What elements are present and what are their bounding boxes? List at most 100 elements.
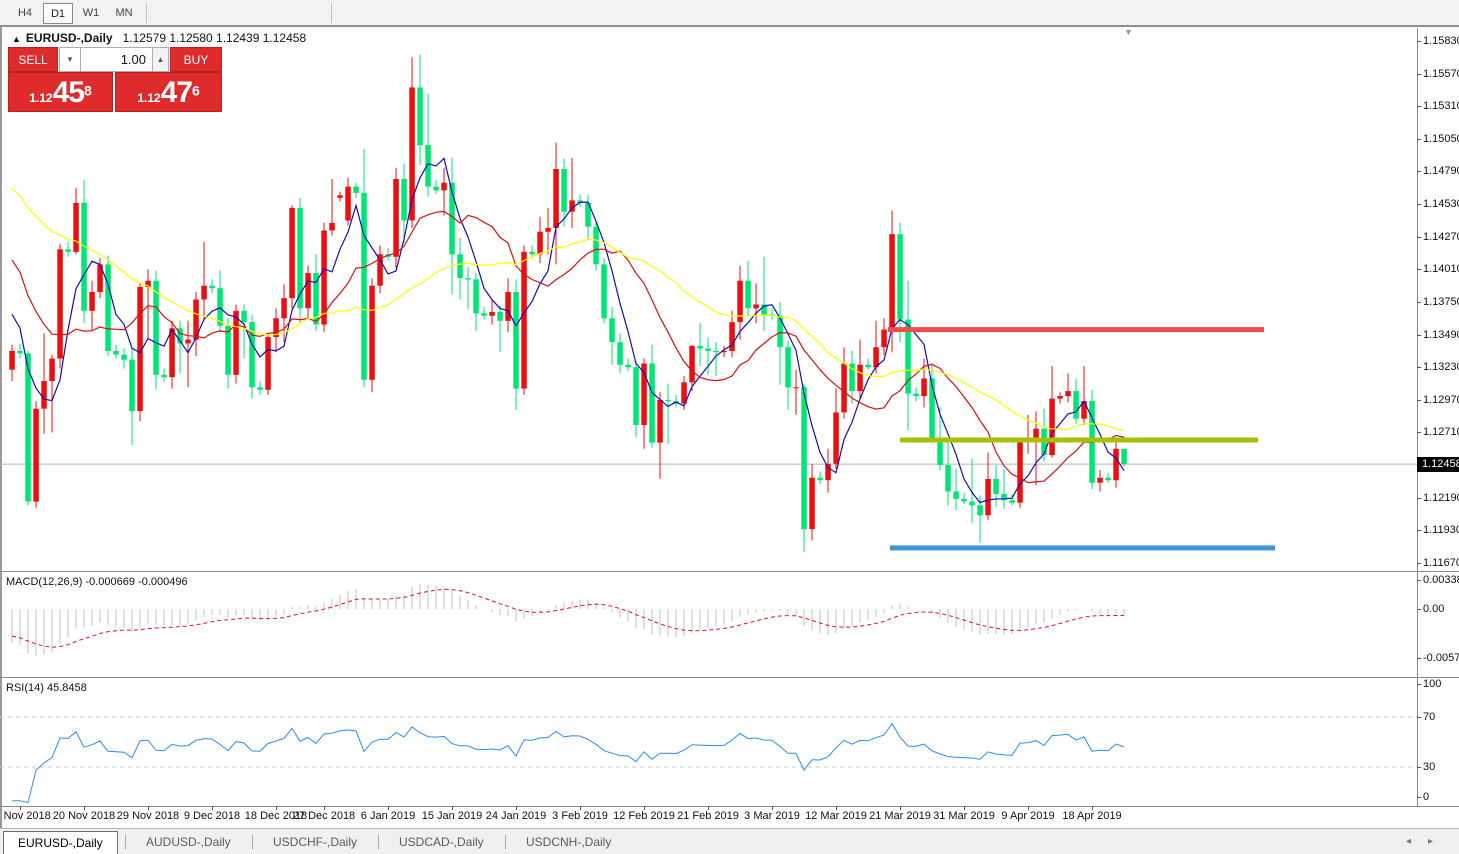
sell-button[interactable]: SELL [8, 47, 58, 72]
date-label: 18 Apr 2019 [1052, 810, 1132, 822]
macd-histogram-bar [852, 609, 853, 626]
rsi-line [12, 724, 1124, 803]
macd-histogram-bar [700, 609, 701, 630]
tab-chart-usdcad-daily[interactable]: USDCAD-,Daily [385, 831, 498, 854]
macd-histogram-bar [780, 609, 781, 611]
candle-body [553, 169, 559, 228]
candle-body [625, 365, 631, 368]
rsi-panel-canvas[interactable] [0, 678, 1417, 805]
macd-histogram-bar [524, 609, 525, 619]
macd-histogram-bar [1124, 609, 1125, 616]
candle-body [921, 379, 927, 397]
candle-body [1105, 478, 1111, 481]
tab-scroll-right-icon[interactable]: ▸ [1428, 836, 1433, 847]
price-tick-mark [1417, 530, 1421, 531]
macd-histogram-bar [324, 602, 325, 609]
tab-chart-usdchf-daily[interactable]: USDCHF-,Daily [259, 831, 371, 854]
macd-histogram-bar [1036, 609, 1037, 624]
bid-price-panel[interactable]: 1.12458 [8, 72, 113, 112]
buy-button[interactable]: BUY [170, 47, 222, 72]
candle-body [489, 312, 495, 316]
price-tick-label: 1.11670 [1423, 557, 1459, 569]
macd-histogram-bar [828, 609, 829, 635]
macd-histogram-bar [612, 609, 613, 613]
macd-histogram-bar [660, 609, 661, 636]
mt4-window: H4D1W1MN ▲EURUSD-,Daily1.12579 1.12580 1… [0, 0, 1459, 854]
macd-histogram-bar [484, 609, 485, 610]
macd-histogram-bar [452, 591, 453, 609]
candle-body [329, 223, 335, 231]
macd-histogram-bar [436, 586, 437, 610]
tab-chart-eurusd-daily[interactable]: EURUSD-,Daily [3, 831, 118, 854]
price-tick-mark [1417, 237, 1421, 238]
macd-histogram-bar [28, 609, 29, 654]
macd-histogram-bar [980, 609, 981, 635]
macd-histogram-bar [1116, 609, 1117, 615]
candle-body [505, 292, 511, 321]
tab-chart-usdcnh-daily[interactable]: USDCNH-,Daily [512, 831, 625, 854]
macd-histogram-bar [292, 607, 293, 609]
macd-histogram-bar [460, 596, 461, 609]
macd-histogram-bar [268, 609, 269, 619]
macd-histogram-bar [948, 609, 949, 623]
timeframe-button-d1[interactable]: D1 [43, 3, 73, 24]
timeframe-button-h4[interactable]: H4 [10, 3, 40, 24]
ask-price-panel[interactable]: 1.12476 [115, 72, 222, 112]
macd-histogram-bar [140, 609, 141, 627]
price-tick-mark [1417, 41, 1421, 42]
candle-body [161, 375, 167, 378]
macd-histogram-bar [748, 609, 749, 614]
macd-histogram-bar [220, 609, 221, 615]
macd-histogram-bar [692, 609, 693, 633]
candle-body [209, 286, 215, 289]
candle-body [529, 252, 535, 255]
candle-body [713, 351, 719, 352]
rsi-tick-label: 70 [1423, 711, 1459, 723]
macd-histogram-bar [860, 609, 861, 623]
macd-histogram-bar [388, 599, 389, 609]
volume-input[interactable] [81, 47, 153, 72]
macd-histogram-bar [556, 605, 557, 609]
macd-histogram-bar [564, 603, 565, 609]
macd-panel-canvas[interactable] [0, 572, 1417, 676]
candle-body [481, 313, 487, 316]
tab-chart-audusd-daily[interactable]: AUDUSD-,Daily [132, 831, 245, 854]
candle-body [257, 387, 263, 390]
macd-histogram-bar [812, 609, 813, 630]
volume-decrease-button[interactable]: ▼ [59, 47, 81, 72]
candle-body [945, 465, 951, 491]
candle-body [473, 279, 479, 313]
volume-increase-button[interactable]: ▲ [152, 47, 169, 72]
chart-shift-marker-icon[interactable]: ▼ [1124, 27, 1133, 37]
candle-body [337, 195, 343, 198]
macd-tick-label: 0.003386 [1423, 574, 1459, 586]
candle-body [689, 346, 695, 382]
candle-body [593, 227, 599, 265]
timeframe-button-w1[interactable]: W1 [76, 3, 106, 24]
candle-body [185, 340, 191, 344]
candle-body [537, 232, 543, 255]
candle-body [913, 394, 919, 397]
macd-tick-mark [1417, 609, 1421, 610]
collapse-triangle-icon[interactable]: ▲ [12, 34, 21, 44]
macd-histogram-bar [348, 591, 349, 609]
tab-scroll-left-icon[interactable]: ◂ [1406, 836, 1411, 847]
macd-histogram-bar [380, 599, 381, 609]
macd-histogram-bar [724, 609, 725, 625]
price-tick-label: 1.15570 [1423, 68, 1459, 80]
candle-body [1121, 449, 1127, 464]
macd-histogram-bar [420, 584, 421, 609]
macd-histogram-bar [972, 609, 973, 632]
support-line [890, 545, 1275, 550]
macd-histogram-bar [68, 609, 69, 637]
macd-histogram-bar [36, 609, 37, 655]
macd-histogram-bar [1068, 609, 1069, 612]
timeframe-button-mn[interactable]: MN [109, 3, 139, 24]
macd-histogram-bar [196, 609, 197, 621]
rsi-tick-label: 0 [1423, 791, 1459, 803]
price-tick-mark [1417, 74, 1421, 75]
price-tick-label: 1.13490 [1423, 329, 1459, 341]
candle-body [961, 499, 967, 502]
price-tick-mark [1417, 367, 1421, 368]
candle-body [465, 278, 471, 279]
